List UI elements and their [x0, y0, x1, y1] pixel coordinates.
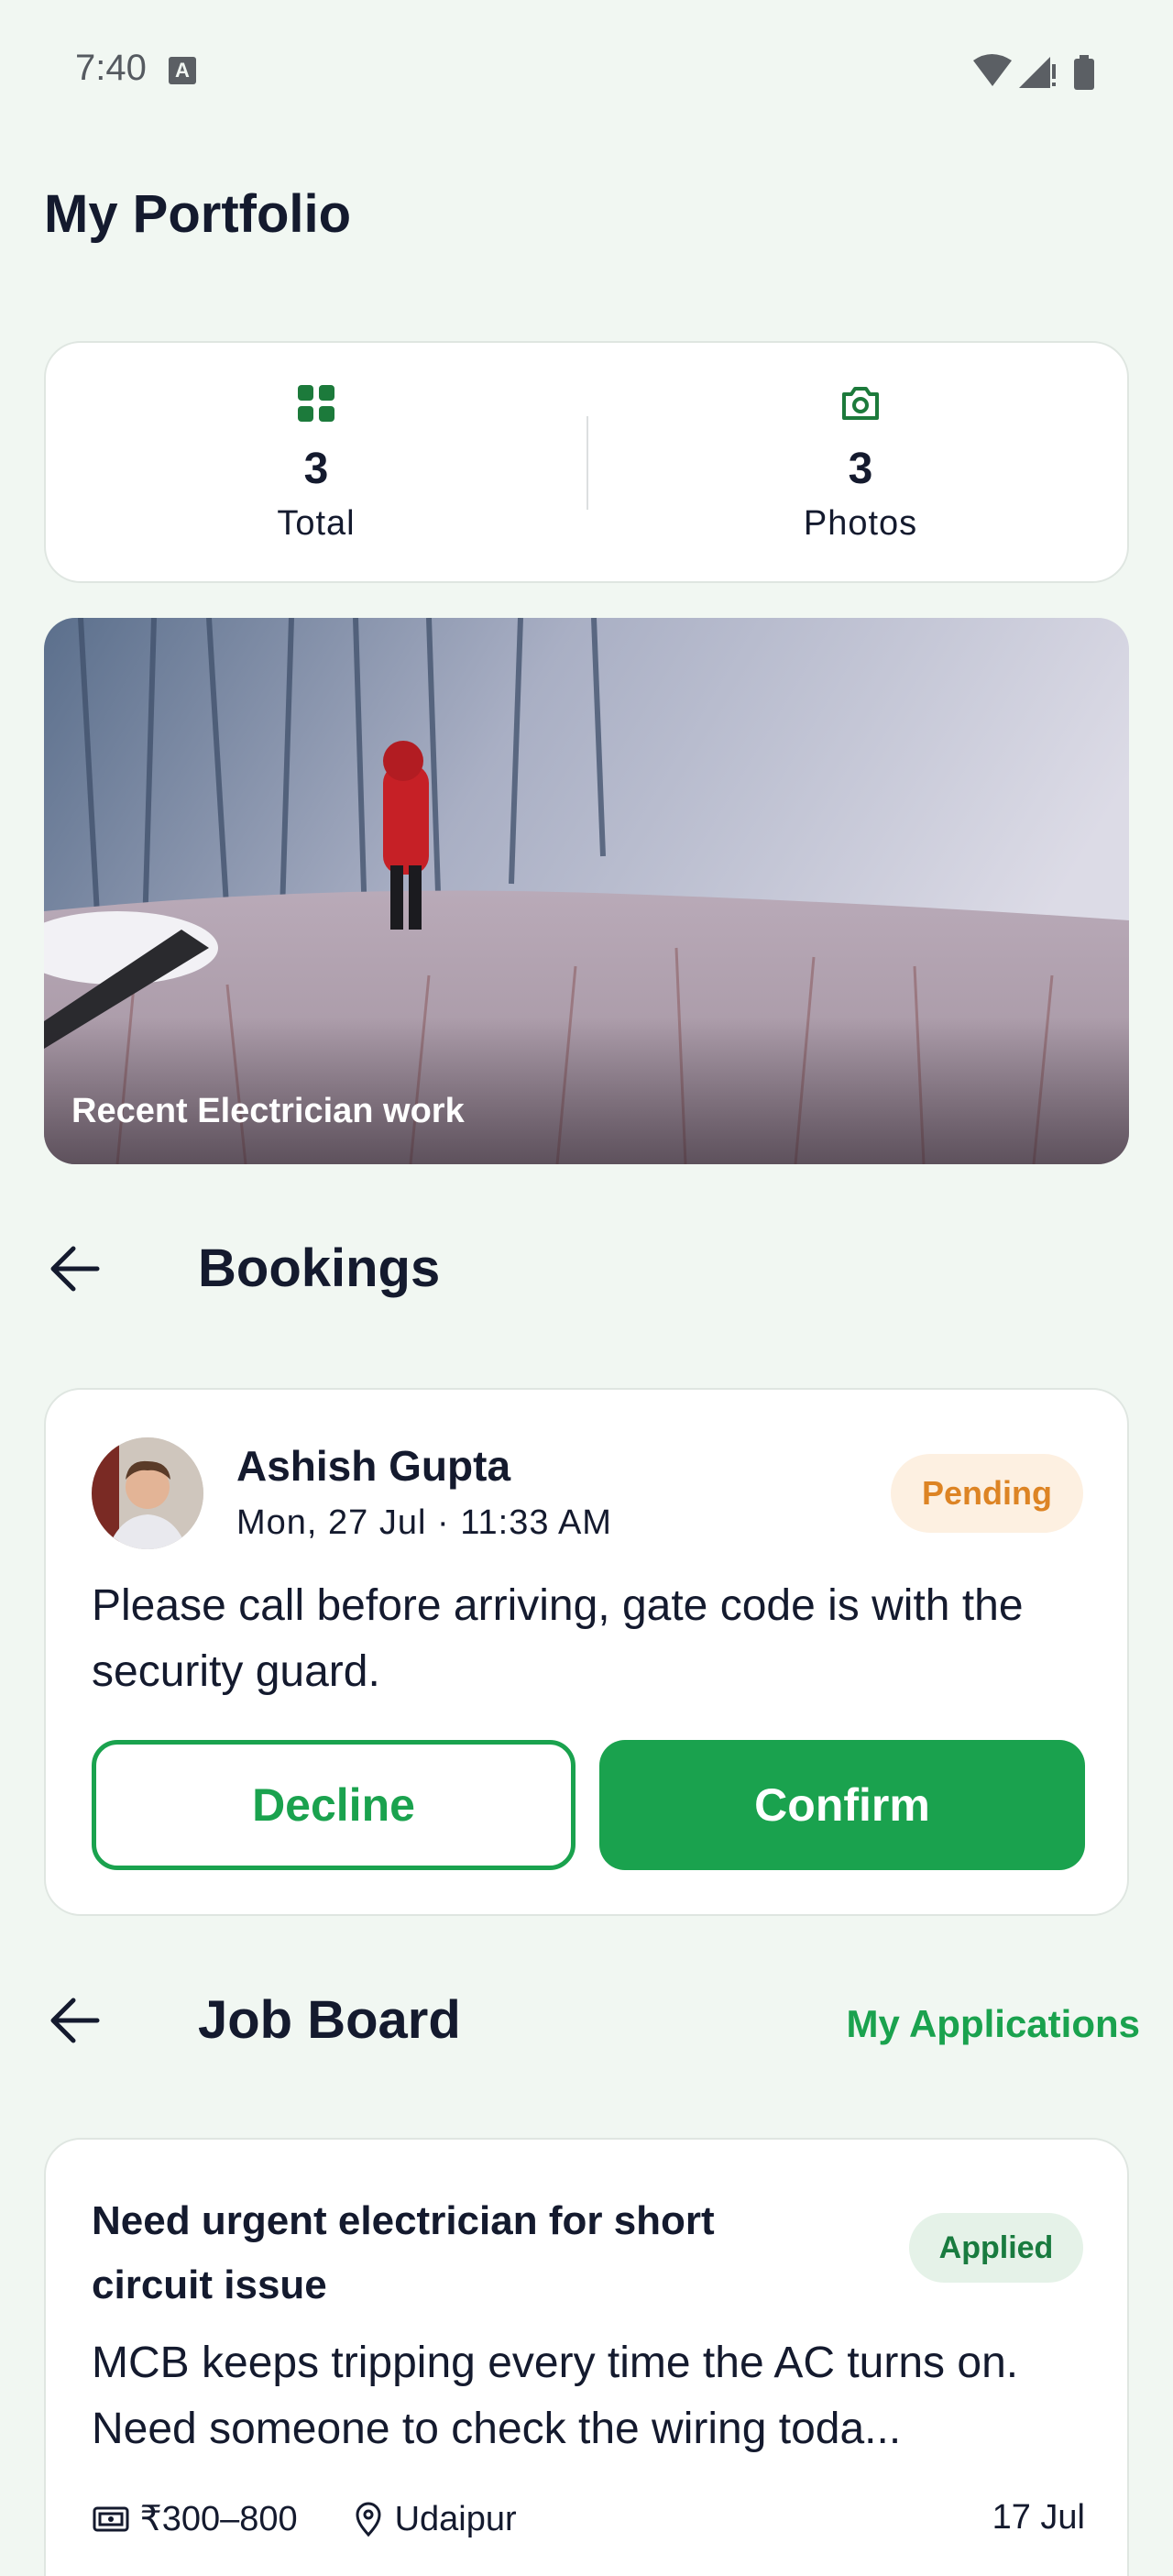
job-date: 17 Jul: [992, 2498, 1085, 2537]
portfolio-stats-card: 3 Total 3 Photos: [44, 341, 1129, 583]
job-meta: ₹300–800 Udaipur 17 Jul: [92, 2492, 1085, 2543]
back-arrow-icon[interactable]: [48, 1243, 103, 1294]
status-time: 7:40: [75, 48, 147, 88]
job-price-text: ₹300–800: [139, 2499, 298, 2538]
job-description: MCB keeps tripping every time the AC tur…: [92, 2339, 1019, 2453]
status-icons: [973, 54, 1094, 90]
job-card[interactable]: Need urgent electrician for short circui…: [44, 2138, 1129, 2576]
decline-button[interactable]: Decline: [92, 1740, 576, 1870]
job-location: Udaipur: [352, 2492, 517, 2543]
stat-divider: [586, 416, 588, 510]
wifi-icon: [973, 54, 1012, 86]
booking-card[interactable]: Ashish Gupta Mon, 27 Jul · 11:33 AM Pend…: [44, 1388, 1129, 1916]
job-price: ₹300–800: [92, 2492, 298, 2543]
job-board-header: Job Board My Applications: [0, 1971, 1173, 2063]
photo-shade: [44, 1018, 1129, 1164]
stat-photos[interactable]: 3 Photos: [590, 343, 1131, 581]
my-applications-link[interactable]: My Applications: [847, 2002, 1140, 2046]
stat-photos-label: Photos: [803, 504, 918, 543]
booking-note: Please call before arriving, gate code i…: [92, 1581, 1024, 1696]
page-title: My Portfolio: [44, 184, 352, 244]
job-location-text: Udaipur: [394, 2499, 517, 2538]
status-bar: 7:40 A: [0, 0, 1173, 143]
booking-datetime: Mon, 27 Jul · 11:33 AM: [236, 1503, 612, 1542]
grid-icon: [298, 385, 334, 422]
battery-icon: [1074, 59, 1094, 90]
status-badge: Applied: [909, 2213, 1083, 2283]
stat-photos-value: 3: [848, 445, 873, 493]
status-badge: Pending: [891, 1454, 1083, 1533]
bookings-title: Bookings: [198, 1238, 441, 1298]
confirm-button[interactable]: Confirm: [599, 1740, 1085, 1870]
signal-icon: [1019, 57, 1050, 88]
stat-total[interactable]: 3 Total: [46, 343, 586, 581]
stat-total-value: 3: [303, 445, 329, 493]
booking-customer-name: Ashish Gupta: [236, 1442, 511, 1490]
avatar: [92, 1437, 203, 1549]
job-title: Need urgent electrician for short circui…: [92, 2198, 715, 2307]
location-pin-icon: [356, 2502, 381, 2537]
portfolio-photo-card[interactable]: Recent Electrician work: [44, 618, 1129, 1164]
camera-icon: [842, 387, 879, 420]
photo-caption: Recent Electrician work: [71, 1092, 465, 1130]
back-arrow-icon[interactable]: [48, 1995, 103, 2046]
job-board-title: Job Board: [198, 1990, 461, 2050]
bookings-header: Bookings: [0, 1219, 1173, 1311]
stat-total-label: Total: [277, 504, 356, 543]
accessibility-badge-icon: A: [169, 57, 196, 84]
cash-icon: [93, 2506, 129, 2532]
